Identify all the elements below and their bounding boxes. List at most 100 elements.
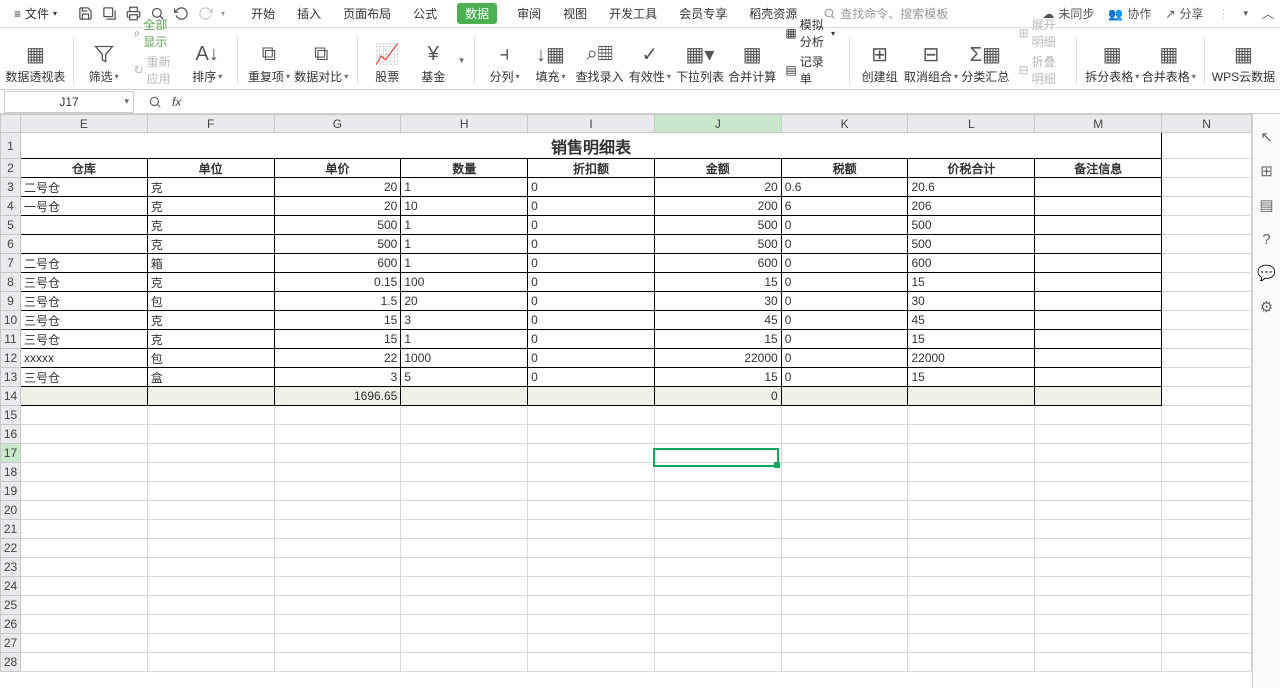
wps-cloud-data-button[interactable]: ▦WPS云数据 xyxy=(1215,40,1272,89)
cell[interactable] xyxy=(20,444,147,463)
layout-icon[interactable]: ▤ xyxy=(1258,196,1276,214)
cell[interactable]: 箱 xyxy=(147,254,274,273)
cell[interactable]: 包 xyxy=(147,349,274,368)
subtotal-button[interactable]: Σ▦分类汇总 xyxy=(962,40,1008,89)
menu-tab-7[interactable]: 开发工具 xyxy=(607,1,659,26)
cell[interactable]: 0 xyxy=(528,292,655,311)
cell[interactable]: 克 xyxy=(147,273,274,292)
cell[interactable]: 20 xyxy=(401,292,528,311)
row-header-20[interactable]: 20 xyxy=(1,501,21,520)
cell[interactable] xyxy=(401,615,528,634)
cell[interactable]: 1.5 xyxy=(274,292,401,311)
cell[interactable] xyxy=(274,634,401,653)
fill-button[interactable]: ↓▦填充▾ xyxy=(531,40,571,89)
cell[interactable]: 0 xyxy=(528,311,655,330)
cell[interactable] xyxy=(401,425,528,444)
simulate-button[interactable]: ▦模拟分析▾ xyxy=(785,16,835,50)
cell[interactable] xyxy=(20,577,147,596)
cell[interactable] xyxy=(147,653,274,672)
cell[interactable] xyxy=(1162,520,1252,539)
cell[interactable] xyxy=(528,444,655,463)
cell[interactable] xyxy=(1035,653,1162,672)
cell-sum[interactable] xyxy=(147,387,274,406)
row-header-1[interactable]: 1 xyxy=(1,133,21,159)
cell[interactable] xyxy=(1035,311,1162,330)
cell[interactable] xyxy=(654,539,781,558)
cell[interactable] xyxy=(401,444,528,463)
cell[interactable]: 0 xyxy=(528,197,655,216)
row-header-25[interactable]: 25 xyxy=(1,596,21,615)
cell[interactable]: 0 xyxy=(781,311,908,330)
cell[interactable] xyxy=(20,463,147,482)
col-header-J[interactable]: J xyxy=(654,115,781,133)
spreadsheet-grid[interactable]: EFGHIJKLMN1销售明细表2仓库单位单价数量折扣额金额税额价税合计备注信息… xyxy=(0,114,1252,688)
row-header-27[interactable]: 27 xyxy=(1,634,21,653)
cell[interactable] xyxy=(528,596,655,615)
cell[interactable] xyxy=(147,406,274,425)
stock-button[interactable]: 📈股票 xyxy=(367,40,407,89)
cell[interactable] xyxy=(1162,482,1252,501)
formula-input[interactable] xyxy=(187,92,1280,112)
cell[interactable] xyxy=(147,444,274,463)
cell[interactable] xyxy=(20,501,147,520)
cell[interactable] xyxy=(908,539,1035,558)
row-header-16[interactable]: 16 xyxy=(1,425,21,444)
cell[interactable]: 30 xyxy=(908,292,1035,311)
cell[interactable] xyxy=(781,577,908,596)
cell[interactable] xyxy=(1162,463,1252,482)
cell[interactable] xyxy=(274,653,401,672)
cell[interactable]: 0 xyxy=(781,368,908,387)
cell-sum[interactable] xyxy=(401,387,528,406)
col-header-L[interactable]: L xyxy=(908,115,1035,133)
cell[interactable] xyxy=(20,235,147,254)
cell[interactable] xyxy=(1162,653,1252,672)
show-all-button[interactable]: ⌕全部显示 xyxy=(134,16,178,50)
cell[interactable]: 1 xyxy=(401,330,528,349)
cell[interactable] xyxy=(528,425,655,444)
settings-icon[interactable]: ⚙ xyxy=(1258,298,1276,316)
cell[interactable] xyxy=(528,634,655,653)
cell[interactable]: 10 xyxy=(401,197,528,216)
cell[interactable] xyxy=(401,634,528,653)
consolidate-button[interactable]: ▦合并计算 xyxy=(729,40,775,89)
cell[interactable] xyxy=(20,653,147,672)
col-title-0[interactable]: 仓库 xyxy=(20,159,147,178)
row-header-2[interactable]: 2 xyxy=(1,159,21,178)
cell[interactable] xyxy=(274,539,401,558)
save-as-icon[interactable] xyxy=(101,6,117,22)
share-button[interactable]: ↗分享 xyxy=(1165,5,1203,22)
cell[interactable] xyxy=(908,558,1035,577)
col-title-7[interactable]: 价税合计 xyxy=(908,159,1035,178)
row-header-11[interactable]: 11 xyxy=(1,330,21,349)
cell[interactable] xyxy=(401,406,528,425)
cell[interactable] xyxy=(1035,482,1162,501)
save-icon[interactable] xyxy=(77,6,93,22)
cell[interactable] xyxy=(654,463,781,482)
cell[interactable]: 1 xyxy=(401,235,528,254)
cell[interactable] xyxy=(908,444,1035,463)
zoom-icon[interactable] xyxy=(148,95,162,109)
cell[interactable] xyxy=(1162,425,1252,444)
cell[interactable] xyxy=(1035,463,1162,482)
cell[interactable]: 盒 xyxy=(147,368,274,387)
cell[interactable]: 22000 xyxy=(654,349,781,368)
menu-tab-6[interactable]: 视图 xyxy=(561,1,589,26)
cell[interactable]: 600 xyxy=(654,254,781,273)
cell[interactable]: 0 xyxy=(781,349,908,368)
row-header-9[interactable]: 9 xyxy=(1,292,21,311)
cell[interactable]: 0 xyxy=(781,273,908,292)
cell[interactable] xyxy=(908,615,1035,634)
cell[interactable]: 0 xyxy=(528,330,655,349)
cell[interactable] xyxy=(1035,539,1162,558)
cell[interactable] xyxy=(1035,330,1162,349)
cell[interactable] xyxy=(20,406,147,425)
cell[interactable] xyxy=(781,634,908,653)
text-to-columns-button[interactable]: ⫞分列▾ xyxy=(485,40,525,89)
properties-icon[interactable]: ⊞ xyxy=(1258,162,1276,180)
cell[interactable]: 15 xyxy=(274,311,401,330)
cell[interactable] xyxy=(274,482,401,501)
cell[interactable]: 15 xyxy=(654,273,781,292)
cell[interactable] xyxy=(781,425,908,444)
cell[interactable]: 15 xyxy=(654,368,781,387)
cell[interactable] xyxy=(1035,425,1162,444)
